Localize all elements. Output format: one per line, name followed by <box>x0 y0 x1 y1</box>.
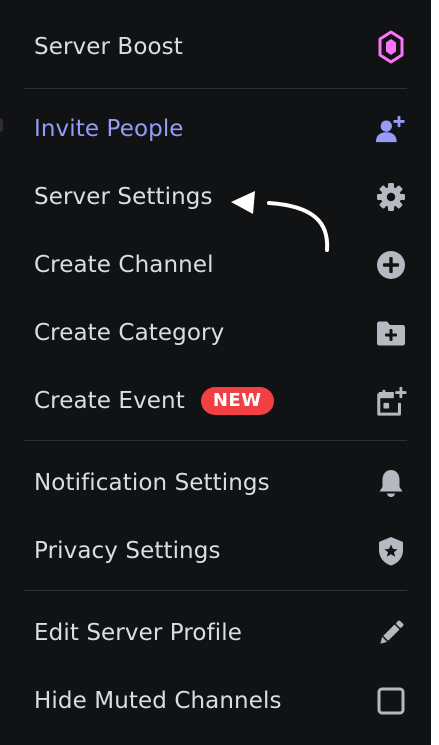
boost-gem-icon <box>375 30 407 64</box>
checkbox-icon[interactable] <box>375 685 407 717</box>
menu-item-invite-people[interactable]: Invite People <box>34 104 407 154</box>
menu-item-privacy-settings[interactable]: Privacy Settings <box>34 526 407 576</box>
plus-circle-icon <box>375 249 407 281</box>
menu-item-label: Server Settings <box>34 184 213 210</box>
menu-item-label: Privacy Settings <box>34 538 221 564</box>
menu-item-edit-server-profile[interactable]: Edit Server Profile <box>34 608 407 658</box>
folder-plus-icon <box>375 317 407 349</box>
calendar-plus-icon <box>375 385 407 417</box>
new-badge: NEW <box>200 387 274 415</box>
shield-star-icon <box>375 535 407 567</box>
menu-item-label: Create Event <box>34 388 185 414</box>
menu-item-label: Create Category <box>34 320 225 346</box>
menu-item-label: Hide Muted Channels <box>34 688 282 714</box>
menu-item-notification-settings[interactable]: Notification Settings <box>34 458 407 508</box>
pencil-icon <box>375 617 407 649</box>
menu-item-create-event[interactable]: Create Event NEW <box>34 376 407 426</box>
menu-item-server-boost[interactable]: Server Boost <box>34 22 407 72</box>
menu-item-hide-muted-channels[interactable]: Hide Muted Channels <box>34 676 407 726</box>
menu-item-label: Create Channel <box>34 252 214 278</box>
divider <box>24 88 407 89</box>
menu-item-label: Edit Server Profile <box>34 620 243 646</box>
menu-item-create-channel[interactable]: Create Channel <box>34 240 407 290</box>
annotation-arrow-icon <box>231 191 330 252</box>
menu-item-label: Server Boost <box>34 34 183 60</box>
menu-item-label: Notification Settings <box>34 470 270 496</box>
menu-item-label: Invite People <box>34 116 184 142</box>
menu-item-server-settings[interactable]: Server Settings <box>34 172 407 222</box>
bell-icon <box>375 467 407 499</box>
gear-icon <box>375 181 407 213</box>
divider <box>24 590 407 591</box>
menu-item-create-category[interactable]: Create Category <box>34 308 407 358</box>
divider <box>24 440 407 441</box>
add-person-icon <box>375 113 407 145</box>
edge-indicator <box>0 118 3 132</box>
server-dropdown-menu: Server Boost Invite People Server Settin… <box>0 0 431 745</box>
